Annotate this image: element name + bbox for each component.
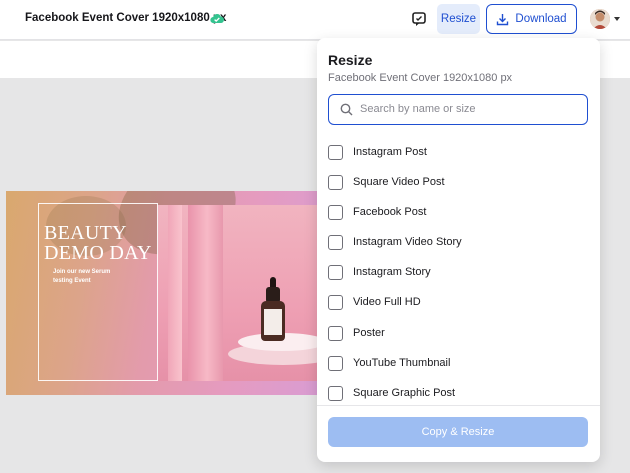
option-instagram-video-story[interactable]: Instagram Video Story: [328, 232, 578, 252]
top-bar: Facebook Event Cover 1920x1080 px Resize…: [0, 0, 630, 40]
option-label: Facebook Post: [353, 206, 427, 218]
option-label: Instagram Story: [353, 266, 431, 278]
product-photo: [158, 205, 336, 381]
option-label: Square Graphic Post: [353, 387, 456, 399]
checkbox[interactable]: [328, 144, 343, 160]
option-facebook-post[interactable]: Facebook Post: [328, 202, 578, 222]
copy-resize-button[interactable]: Copy & Resize: [328, 417, 588, 447]
divider: [317, 405, 600, 406]
option-label: YouTube Thumbnail: [353, 357, 451, 369]
design-title: BEAUTY DEMO DAY: [44, 222, 152, 264]
checkbox[interactable]: [328, 294, 343, 310]
download-button[interactable]: Download: [486, 4, 577, 34]
document-title[interactable]: Facebook Event Cover 1920x1080 px: [25, 12, 226, 24]
design-subtitle: Join our new Serum testing Event: [53, 269, 111, 284]
panel-subtitle: Facebook Event Cover 1920x1080 px: [328, 72, 513, 84]
checkbox[interactable]: [328, 234, 343, 250]
pillar: [168, 205, 182, 381]
search-input[interactable]: [360, 101, 580, 117]
pillar: [188, 205, 223, 381]
resize-button[interactable]: Resize: [437, 4, 480, 34]
option-instagram-story[interactable]: Instagram Story: [328, 262, 578, 282]
option-youtube-thumbnail[interactable]: YouTube Thumbnail: [328, 353, 578, 373]
option-label: Instagram Post: [353, 146, 427, 158]
search-icon: [340, 103, 353, 116]
search-field[interactable]: [328, 94, 588, 125]
option-label: Poster: [353, 327, 385, 339]
comment-icon[interactable]: [411, 11, 427, 27]
resize-panel: Resize Facebook Event Cover 1920x1080 px…: [317, 38, 600, 462]
option-poster[interactable]: Poster: [328, 323, 578, 343]
checkbox[interactable]: [328, 325, 343, 341]
download-icon: [497, 13, 509, 25]
chevron-down-icon[interactable]: [614, 17, 620, 21]
option-label: Video Full HD: [353, 296, 421, 308]
avatar-image: [590, 9, 610, 29]
download-label: Download: [515, 13, 567, 25]
option-square-video-post[interactable]: Square Video Post: [328, 172, 578, 192]
design-canvas[interactable]: BEAUTY DEMO DAY Join our new Serum testi…: [6, 191, 336, 395]
checkbox[interactable]: [328, 385, 343, 401]
option-video-full-hd[interactable]: Video Full HD: [328, 292, 578, 312]
user-avatar[interactable]: [590, 9, 610, 29]
checkbox[interactable]: [328, 355, 343, 371]
option-label: Square Video Post: [353, 176, 445, 188]
option-instagram-post[interactable]: Instagram Post: [328, 142, 578, 162]
checkbox[interactable]: [328, 174, 343, 190]
checkbox[interactable]: [328, 204, 343, 220]
option-label: Instagram Video Story: [353, 236, 462, 248]
checkbox[interactable]: [328, 264, 343, 280]
cloud-saved-icon: [210, 14, 224, 24]
panel-title: Resize: [328, 52, 373, 68]
bottle-label: [264, 309, 282, 335]
option-square-graphic-post[interactable]: Square Graphic Post: [328, 383, 578, 403]
